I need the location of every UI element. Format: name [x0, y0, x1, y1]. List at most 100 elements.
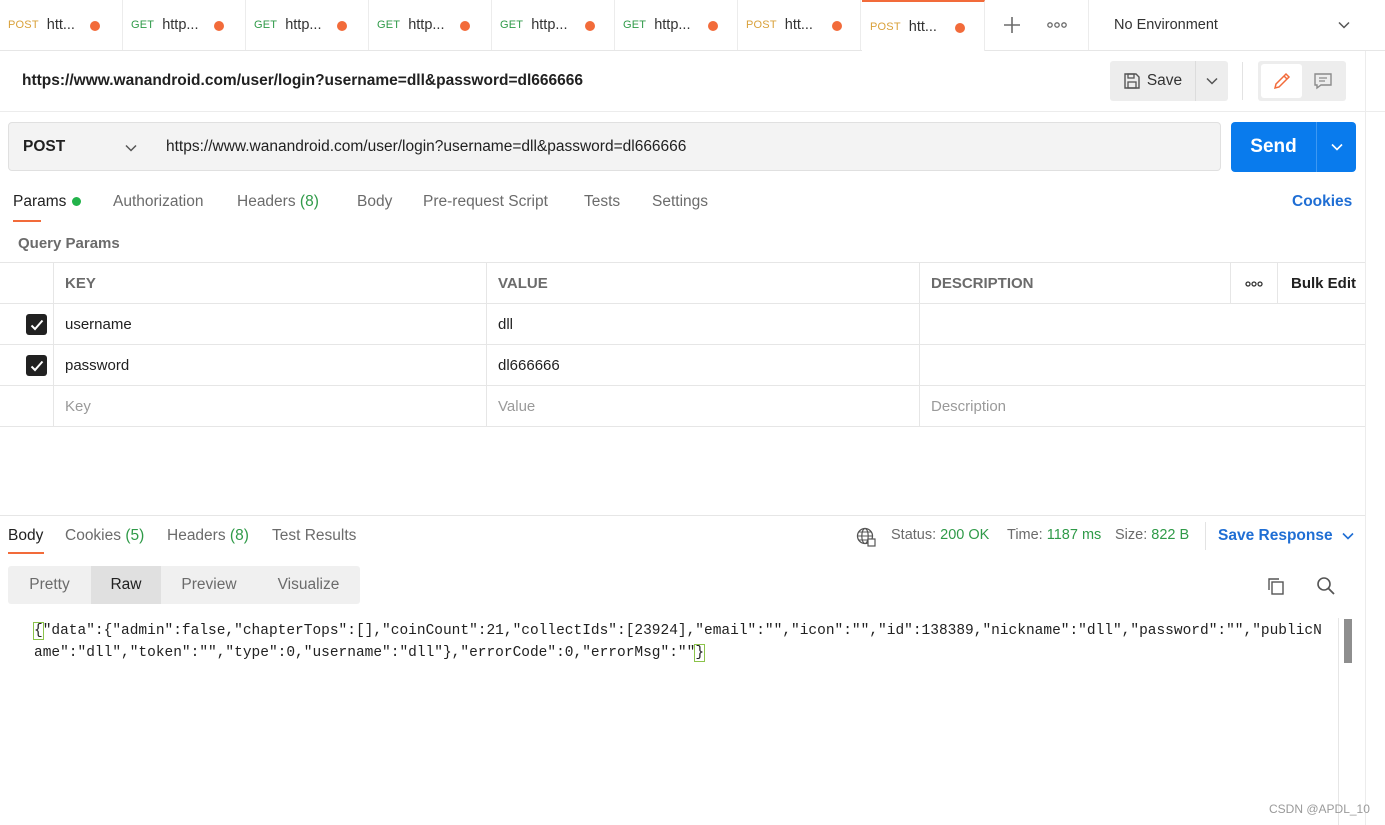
param-enabled-checkbox[interactable] [26, 314, 47, 335]
save-icon [1124, 73, 1140, 89]
plus-icon [1004, 17, 1020, 33]
tab-method-label: GET [500, 19, 524, 31]
http-method-select[interactable]: POST [8, 122, 153, 171]
column-header-description: DESCRIPTION [919, 263, 1231, 304]
unsaved-dot-icon [585, 21, 595, 31]
tab-body[interactable]: Body [357, 193, 392, 211]
tab-title: htt... [46, 17, 75, 33]
save-button-label: Save [1146, 72, 1183, 89]
response-divider[interactable] [0, 515, 1365, 516]
save-options-button[interactable] [1196, 61, 1228, 101]
unsaved-dot-icon [214, 21, 224, 31]
status-label: Status: [891, 527, 937, 543]
response-time[interactable]: Time: 1187 ms [1007, 527, 1101, 543]
pencil-icon [1273, 72, 1290, 90]
chevron-down-icon [1330, 143, 1343, 151]
response-tab-headers[interactable]: Headers (8) [167, 527, 249, 545]
unsaved-dot-icon [955, 23, 965, 33]
format-pretty-button[interactable]: Pretty [8, 566, 91, 604]
new-param-key-input[interactable]: Key [53, 386, 487, 427]
tab-pre-request-script[interactable]: Pre-request Script [423, 193, 548, 211]
response-tab-cookies[interactable]: Cookies (5) [65, 527, 144, 545]
response-tab-headers-label: Headers [167, 527, 226, 544]
cookies-link[interactable]: Cookies [1292, 193, 1352, 211]
tab-method-label: POST [8, 19, 39, 31]
tab-title: http... [408, 17, 445, 33]
save-button-group: Save [1110, 61, 1228, 101]
response-tab-test-results[interactable]: Test Results [272, 527, 356, 545]
new-param-description-input[interactable]: Description [919, 386, 1365, 427]
param-description-cell[interactable] [919, 304, 1365, 345]
param-enabled-checkbox[interactable] [26, 355, 47, 376]
request-title[interactable]: https://www.wanandroid.com/user/login?us… [22, 72, 583, 90]
request-tab[interactable]: GET http... [246, 0, 369, 50]
response-body-raw[interactable]: {"data":{"admin":false,"chapterTops":[],… [33, 620, 1324, 664]
comments-mode-button[interactable] [1302, 64, 1343, 98]
save-response-label: Save Response [1218, 527, 1333, 544]
response-tab-body[interactable]: Body [8, 527, 43, 545]
response-size[interactable]: Size: 822 B [1115, 527, 1189, 543]
tab-options-button[interactable] [1040, 0, 1074, 50]
tab-headers-label: Headers [237, 193, 296, 210]
tab-authorization[interactable]: Authorization [113, 193, 203, 211]
column-options-button[interactable] [1230, 263, 1277, 304]
tab-settings[interactable]: Settings [652, 193, 708, 211]
request-tab[interactable]: GET http... [492, 0, 615, 50]
active-tab-indicator [8, 552, 44, 554]
tab-tests[interactable]: Tests [584, 193, 620, 211]
query-params-table: KEY VALUE DESCRIPTION Bulk Edit username… [0, 262, 1365, 427]
response-body-text: "data":{"admin":false,"chapterTops":[],"… [34, 623, 1322, 661]
size-value: 822 B [1151, 527, 1190, 543]
edit-mode-button[interactable] [1261, 64, 1302, 98]
request-tab-active[interactable]: POST htt... [862, 0, 985, 51]
copy-button[interactable] [1265, 575, 1287, 597]
param-value-cell[interactable]: dll [486, 304, 919, 345]
save-button[interactable]: Save [1110, 61, 1196, 101]
format-visualize-button[interactable]: Visualize [257, 566, 360, 604]
column-header-value: VALUE [486, 263, 919, 304]
new-param-value-input[interactable]: Value [486, 386, 919, 427]
response-status[interactable]: Status: 200 OK [891, 527, 989, 543]
request-tab[interactable]: GET http... [615, 0, 738, 50]
search-icon [1317, 577, 1335, 595]
environment-select[interactable]: No Environment [1088, 0, 1385, 50]
tab-method-label: GET [377, 19, 401, 31]
save-response-button[interactable]: Save Response [1218, 527, 1355, 545]
time-value: 1187 ms [1046, 527, 1102, 543]
more-horizontal-icon [1047, 22, 1067, 28]
tab-headers[interactable]: Headers (8) [237, 193, 319, 211]
response-scrollbar-thumb[interactable] [1344, 619, 1352, 663]
copy-icon [1268, 578, 1284, 595]
request-tab[interactable]: POST htt... [738, 0, 861, 50]
chevron-down-icon [125, 144, 137, 152]
response-tab-cookies-count: (5) [125, 527, 145, 544]
chevron-down-icon [1338, 21, 1350, 29]
search-button[interactable] [1315, 575, 1337, 597]
unsaved-dot-icon [337, 21, 347, 31]
send-button[interactable]: Send [1231, 122, 1317, 172]
tab-method-label: GET [254, 19, 278, 31]
format-raw-button[interactable]: Raw [91, 566, 161, 604]
tab-method-label: GET [623, 19, 647, 31]
request-tab[interactable]: POST htt... [0, 0, 123, 50]
request-tab[interactable]: GET http... [123, 0, 246, 50]
param-key-cell[interactable]: password [53, 345, 487, 386]
new-tab-button[interactable] [996, 0, 1028, 50]
url-input[interactable] [152, 122, 1221, 171]
active-tab-indicator [13, 220, 41, 222]
tab-title: http... [162, 17, 199, 33]
tab-title: http... [654, 17, 691, 33]
bulk-edit-button[interactable]: Bulk Edit [1277, 263, 1365, 304]
param-description-cell[interactable] [919, 345, 1365, 386]
param-key-cell[interactable]: username [53, 304, 487, 345]
param-value-cell[interactable]: dl666666 [486, 345, 919, 386]
checkmark-icon [30, 360, 43, 371]
tab-params[interactable]: Params [13, 193, 66, 211]
format-preview-button[interactable]: Preview [161, 566, 257, 604]
tab-headers-count: (8) [299, 193, 319, 210]
request-tab[interactable]: GET http... [369, 0, 492, 50]
send-options-button[interactable] [1317, 122, 1356, 172]
globe-icon[interactable] [856, 527, 876, 547]
comment-icon [1313, 73, 1332, 90]
watermark: CSDN @APDL_10 [1269, 802, 1370, 816]
